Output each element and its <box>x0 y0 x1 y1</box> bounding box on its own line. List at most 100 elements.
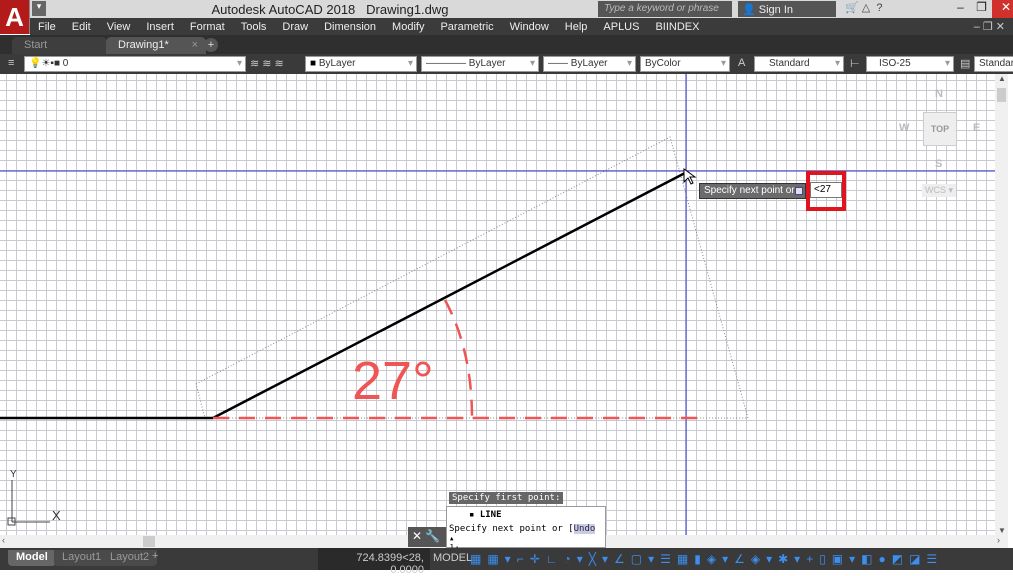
layer-dropdown[interactable]: 💡☀▪■ 0 ▾ <box>24 56 246 72</box>
lineweight-value: ByLayer <box>570 58 608 69</box>
text-style-dropdown[interactable]: Standard ▾ <box>754 56 844 72</box>
viewcube[interactable]: N W TOP E S WCS ▾ <box>899 84 985 204</box>
linetype-dropdown[interactable]: ———— ByLayer ▾ <box>421 56 539 72</box>
application-menu-button[interactable]: A <box>0 0 30 34</box>
menu-edit[interactable]: Edit <box>64 21 99 33</box>
plotstyle-value: ByColor <box>645 58 681 69</box>
table-style-value: Standard <box>979 58 1013 69</box>
tooltip-options-icon[interactable] <box>795 187 803 195</box>
color-dropdown[interactable]: ■ ByLayer ▾ <box>305 56 417 72</box>
model-space-button[interactable]: MODEL <box>430 552 475 564</box>
menu-insert[interactable]: Insert <box>138 21 182 33</box>
tab-label: Drawing1* <box>118 39 169 51</box>
linetype-value: ByLayer <box>468 58 506 69</box>
wcs-menu[interactable]: WCS ▾ <box>922 184 957 197</box>
sign-in-button[interactable]: 👤 Sign In <box>738 1 836 17</box>
dim-style-value: ISO-25 <box>879 58 911 69</box>
layer-tools-icons[interactable]: ≋ ≋ ≋ <box>250 57 284 70</box>
layer-state-icons: 💡☀▪■ <box>29 58 63 69</box>
menu-draw[interactable]: Draw <box>274 21 316 33</box>
viewcube-south[interactable]: S <box>935 158 942 170</box>
viewcube-east[interactable]: E <box>973 122 980 134</box>
lineweight-dropdown[interactable]: —— ByLayer ▾ <box>543 56 636 72</box>
window-controls: – ❐ ✕ <box>950 0 1013 18</box>
tab-start[interactable]: Start <box>12 37 107 54</box>
tab-model[interactable]: Model <box>8 550 56 566</box>
dim-style-icon: ⊢ <box>850 58 860 70</box>
sign-in-label: Sign In <box>758 4 794 16</box>
minimize-button[interactable]: – <box>950 0 971 18</box>
horizontal-scroll-thumb[interactable] <box>143 536 155 547</box>
close-command-icon[interactable]: ✕ <box>412 529 422 543</box>
text-style-value: Standard <box>769 58 810 69</box>
table-style-icon: ▤ <box>960 58 971 70</box>
status-toggle-icons[interactable]: ▦▦▾⌐✛∟◔▾╳▾∠▢▾☰▦▮◈▾∠◈▾✱▾+▯▣▾◧●◩◪☰ <box>470 552 943 566</box>
close-tab-icon[interactable]: × <box>192 39 198 51</box>
status-bar: Model Layout1 Layout2 + 724.8399<28, 0.0… <box>0 548 1013 576</box>
viewcube-west[interactable]: W <box>899 122 909 134</box>
menu-view[interactable]: View <box>99 21 139 33</box>
menu-tools[interactable]: Tools <box>233 21 275 33</box>
window-title: Autodesk AutoCAD 2018 Drawing1.dwg <box>0 2 660 17</box>
ucs-x-label: X <box>52 508 61 523</box>
app-title: Autodesk AutoCAD 2018 <box>211 2 356 17</box>
user-icon: 👤 <box>742 4 759 16</box>
command-name: ▪ LINE <box>469 510 502 520</box>
menu-modify[interactable]: Modify <box>384 21 432 33</box>
coordinates-readout[interactable]: 724.8399<28, 0.0000 <box>318 548 430 576</box>
menu-file[interactable]: File <box>30 21 64 33</box>
menu-format[interactable]: Format <box>182 21 233 33</box>
properties-toolbar: ≡ 💡☀▪■ 0 ▾ ≋ ≋ ≋ ■ ByLayer ▾ ———— ByLayer ▾… <box>0 54 1013 74</box>
viewcube-top[interactable]: TOP <box>923 112 957 146</box>
highlight-box <box>806 171 846 211</box>
layer-properties-icon[interactable]: ≡ <box>8 57 14 69</box>
dynamic-input-tooltip: Specify next point or <box>699 183 806 199</box>
tooltip-text: Specify next point or <box>704 185 795 196</box>
drawing-canvas[interactable]: 27° X Y <box>0 74 995 535</box>
text-style-icon: A <box>738 57 746 69</box>
quick-access-dropdown[interactable]: ▾ <box>32 1 46 16</box>
document-tabs: Start Drawing1* × + <box>0 35 1013 54</box>
table-style-dropdown[interactable]: Standard <box>974 56 1013 72</box>
layer-value: 0 <box>62 58 69 69</box>
close-button[interactable]: ✕ <box>992 0 1013 18</box>
tab-layout2[interactable]: Layout2 <box>102 550 158 566</box>
vertical-scroll-thumb[interactable] <box>997 88 1006 102</box>
color-value: ByLayer <box>318 58 356 69</box>
menu-dimension[interactable]: Dimension <box>316 21 384 33</box>
search-input[interactable]: Type a keyword or phrase <box>598 1 732 17</box>
plotstyle-dropdown[interactable]: ByColor ▾ <box>640 56 730 72</box>
command-history: Specify first point: <box>449 492 564 504</box>
undo-option[interactable]: Undo <box>573 524 596 534</box>
command-prompt: Specify next point or [Undo ▴ <box>449 524 596 544</box>
new-tab-button[interactable]: + <box>204 38 218 52</box>
help-icon[interactable]: ? <box>876 2 882 14</box>
menu-help[interactable]: Help <box>557 21 596 33</box>
dim-style-dropdown[interactable]: ISO-25 ▾ <box>866 56 954 72</box>
customize-icon[interactable]: 🔧 <box>425 529 440 543</box>
vertical-scrollbar[interactable]: ▲ ▼ <box>995 74 1008 535</box>
menu-biindex[interactable]: BIINDEX <box>647 21 707 33</box>
command-line-tools: ✕ 🔧 <box>408 527 446 547</box>
menu-bar: File Edit View Insert Format Tools Draw … <box>30 18 1013 35</box>
help-icons[interactable]: 🛒 △ ? <box>845 1 882 14</box>
cart-icon[interactable]: 🛒 <box>845 2 859 14</box>
tab-drawing1[interactable]: Drawing1* × <box>106 37 206 54</box>
command-line[interactable]: ▪ LINE Specify next point or [Undo ▴ ]: <box>446 506 606 554</box>
add-layout-button[interactable]: + <box>152 550 158 562</box>
menu-aplus[interactable]: APLUS <box>595 21 647 33</box>
drawing <box>0 74 995 535</box>
a360-icon[interactable]: △ <box>862 2 870 14</box>
file-name: Drawing1.dwg <box>366 2 449 17</box>
angle-label: 27° <box>352 351 434 411</box>
menu-window[interactable]: Window <box>502 21 557 33</box>
menu-parametric[interactable]: Parametric <box>432 21 501 33</box>
expand-icon[interactable]: ▴ <box>449 534 454 544</box>
maximize-button[interactable]: ❐ <box>971 0 992 18</box>
tab-layout1[interactable]: Layout1 <box>54 550 110 566</box>
ucs-y-label: Y <box>10 469 17 480</box>
line-segment-2 <box>212 171 686 420</box>
doc-window-controls[interactable]: – ❐ ✕ <box>966 20 1013 33</box>
angle-arc-dashed <box>443 299 474 419</box>
viewcube-north[interactable]: N <box>935 88 943 100</box>
